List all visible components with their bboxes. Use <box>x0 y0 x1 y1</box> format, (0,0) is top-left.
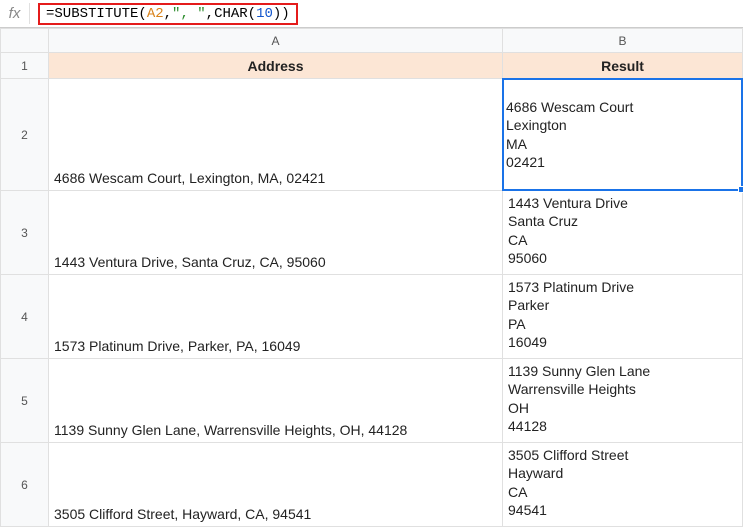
row-header-6[interactable]: 6 <box>1 443 49 527</box>
select-all-corner[interactable] <box>1 29 49 53</box>
column-header-a[interactable]: A <box>49 29 503 53</box>
formula-fn-substitute: SUBSTITUTE <box>54 6 138 22</box>
row-header-4[interactable]: 4 <box>1 275 49 359</box>
cell-a4[interactable]: 1573 Platinum Drive, Parker, PA, 16049 <box>49 275 503 359</box>
cell-b6[interactable]: 3505 Clifford Street Hayward CA 94541 <box>503 443 743 527</box>
formula-comma: , <box>164 6 172 22</box>
formula-close-paren-2: ) <box>273 6 281 22</box>
formula-open-paren: ( <box>138 6 146 22</box>
formula-eq: = <box>46 6 54 22</box>
formula-comma-2: , <box>206 6 214 22</box>
cell-a5[interactable]: 1139 Sunny Glen Lane, Warrensville Heigh… <box>49 359 503 443</box>
cell-b5[interactable]: 1139 Sunny Glen Lane Warrensville Height… <box>503 359 743 443</box>
cell-b1[interactable]: Result <box>503 53 743 79</box>
selection-outline <box>502 78 743 191</box>
formula-open-paren-2: ( <box>248 6 256 22</box>
formula-close-paren: ) <box>281 6 289 22</box>
cell-a3[interactable]: 1443 Ventura Drive, Santa Cruz, CA, 9506… <box>49 191 503 275</box>
formula-string: ", " <box>172 6 206 22</box>
cell-a1[interactable]: Address <box>49 53 503 79</box>
formula-fn-char: CHAR <box>214 6 248 22</box>
row-header-3[interactable]: 3 <box>1 191 49 275</box>
column-header-b[interactable]: B <box>503 29 743 53</box>
formula-ref: A2 <box>147 6 164 22</box>
row-header-2[interactable]: 2 <box>1 79 49 191</box>
cell-a2[interactable]: 4686 Wescam Court, Lexington, MA, 02421 <box>49 79 503 191</box>
row-header-5[interactable]: 5 <box>1 359 49 443</box>
formula-bar: fx =SUBSTITUTE(A2,", ",CHAR(10)) <box>0 0 743 28</box>
cell-b2[interactable]: 4686 Wescam Court Lexington MA 02421 <box>503 79 743 191</box>
formula-number: 10 <box>256 6 273 22</box>
row-header-1[interactable]: 1 <box>1 53 49 79</box>
cell-b4[interactable]: 1573 Platinum Drive Parker PA 16049 <box>503 275 743 359</box>
cell-b2-value: 4686 Wescam Court Lexington MA 02421 <box>506 99 633 170</box>
cell-b3[interactable]: 1443 Ventura Drive Santa Cruz CA 95060 <box>503 191 743 275</box>
formula-input[interactable]: =SUBSTITUTE(A2,", ",CHAR(10)) <box>38 3 298 25</box>
fx-icon: fx <box>0 3 30 24</box>
cell-a6[interactable]: 3505 Clifford Street, Hayward, CA, 94541 <box>49 443 503 527</box>
spreadsheet-grid: A B 1 Address Result 2 4686 Wescam Court… <box>0 28 743 527</box>
